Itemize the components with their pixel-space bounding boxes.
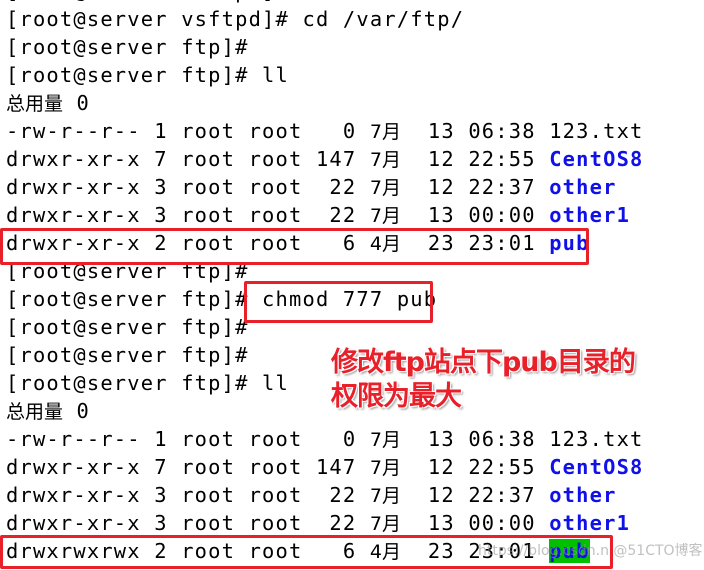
listing-row: -rw-r--r-- 1 root root 0 7月 13 06:38 123… xyxy=(6,425,644,453)
prompt-line: [root@server vsftpd]# cd /var/ftp/ xyxy=(6,5,644,33)
file-meta: drwxr-xr-x 3 root root 22 xyxy=(6,203,370,227)
file-month: 7月 xyxy=(369,457,401,479)
file-meta: -rw-r--r-- 1 root root 0 xyxy=(6,427,370,451)
listing-row: drwxr-xr-x 3 root root 22 7月 12 22:37 ot… xyxy=(6,481,644,509)
file-datetime: 12 22:55 xyxy=(400,455,550,479)
command-text: ll xyxy=(248,63,290,87)
file-month: 7月 xyxy=(369,485,401,507)
watermark: https://blog.csdn.n @51CTO博客 xyxy=(478,543,703,559)
shell-prompt: [root@server ftp]# xyxy=(6,63,249,87)
file-datetime: 12 22:37 xyxy=(400,483,550,507)
listing-row: drwxr-xr-x 7 root root 147 7月 12 22:55 C… xyxy=(6,453,644,481)
directory-name: CentOS8 xyxy=(549,147,644,171)
annotation-line-1: 修改ftp站点下pub目录的 xyxy=(331,347,636,378)
listing-row: drwxr-xr-x 3 root root 22 7月 13 00:00 ot… xyxy=(6,509,644,537)
listing-row: -rw-r--r-- 1 root root 0 7月 13 06:38 123… xyxy=(6,117,644,145)
directory-name: other1 xyxy=(549,511,631,535)
total-label: 总用量 xyxy=(6,401,64,423)
prompt-line: [root@server ftp]# ll xyxy=(6,61,644,89)
file-datetime: 13 06:38 xyxy=(400,427,550,451)
shell-prompt: [root@server ftp]# xyxy=(6,371,249,395)
highlight-box-chmod-command xyxy=(244,281,433,323)
total-label: 总用量 xyxy=(6,93,64,115)
listing-row: drwxr-xr-x 3 root root 22 7月 12 22:37 ot… xyxy=(6,173,644,201)
file-datetime: 13 06:38 xyxy=(400,119,550,143)
file-month: 7月 xyxy=(369,513,401,535)
file-meta: drwxr-xr-x 7 root root 147 xyxy=(6,147,370,171)
file-meta: drwxr-xr-x 3 root root 22 xyxy=(6,483,370,507)
directory-name: CentOS8 xyxy=(549,455,644,479)
file-name: 123.txt xyxy=(549,119,644,143)
directory-name: other1 xyxy=(549,203,631,227)
shell-prompt: [root@server vsftpd]# xyxy=(6,7,290,31)
file-month: 7月 xyxy=(369,149,401,171)
file-meta: -rw-r--r-- 1 root root 0 xyxy=(6,119,370,143)
file-meta: drwxr-xr-x 7 root root 147 xyxy=(6,455,370,479)
shell-prompt: [root@server ftp]# xyxy=(6,287,249,311)
listing-row: drwxr-xr-x 7 root root 147 7月 12 22:55 C… xyxy=(6,145,644,173)
listing-row: drwxr-xr-x 3 root root 22 7月 13 00:00 ot… xyxy=(6,201,644,229)
command-text: ll xyxy=(248,371,290,395)
shell-prompt: [root@server ftp]# xyxy=(6,35,249,59)
total-line: 总用量 0 xyxy=(6,89,644,117)
directory-name: other xyxy=(549,175,617,199)
annotation-line-2: 权限为最大 xyxy=(331,381,462,412)
file-meta: drwxr-xr-x 3 root root 22 xyxy=(6,511,370,535)
prompt-line: [root@server ftp]# xyxy=(6,33,644,61)
file-meta: drwxr-xr-x 3 root root 22 xyxy=(6,175,370,199)
annotation-text: 修改ftp站点下pub目录的 权限为最大 xyxy=(331,346,636,414)
file-datetime: 13 00:00 xyxy=(400,203,550,227)
file-month: 7月 xyxy=(369,429,401,451)
highlight-box-pub-before xyxy=(0,228,589,265)
shell-prompt: [root@server vsftpd]# xyxy=(6,0,289,3)
file-datetime: 13 00:00 xyxy=(400,511,550,535)
file-month: 7月 xyxy=(369,205,401,227)
file-datetime: 12 22:55 xyxy=(400,147,550,171)
directory-name: other xyxy=(549,483,617,507)
file-name: 123.txt xyxy=(549,427,644,451)
file-month: 7月 xyxy=(369,121,401,143)
command-text: cd /var/ftp/ xyxy=(289,7,465,31)
file-datetime: 12 22:37 xyxy=(400,175,550,199)
total-value: 0 xyxy=(63,91,90,115)
file-month: 7月 xyxy=(369,177,401,199)
shell-prompt: [root@server ftp]# xyxy=(6,315,249,339)
total-value: 0 xyxy=(63,399,90,423)
shell-prompt: [root@server ftp]# xyxy=(6,343,249,367)
